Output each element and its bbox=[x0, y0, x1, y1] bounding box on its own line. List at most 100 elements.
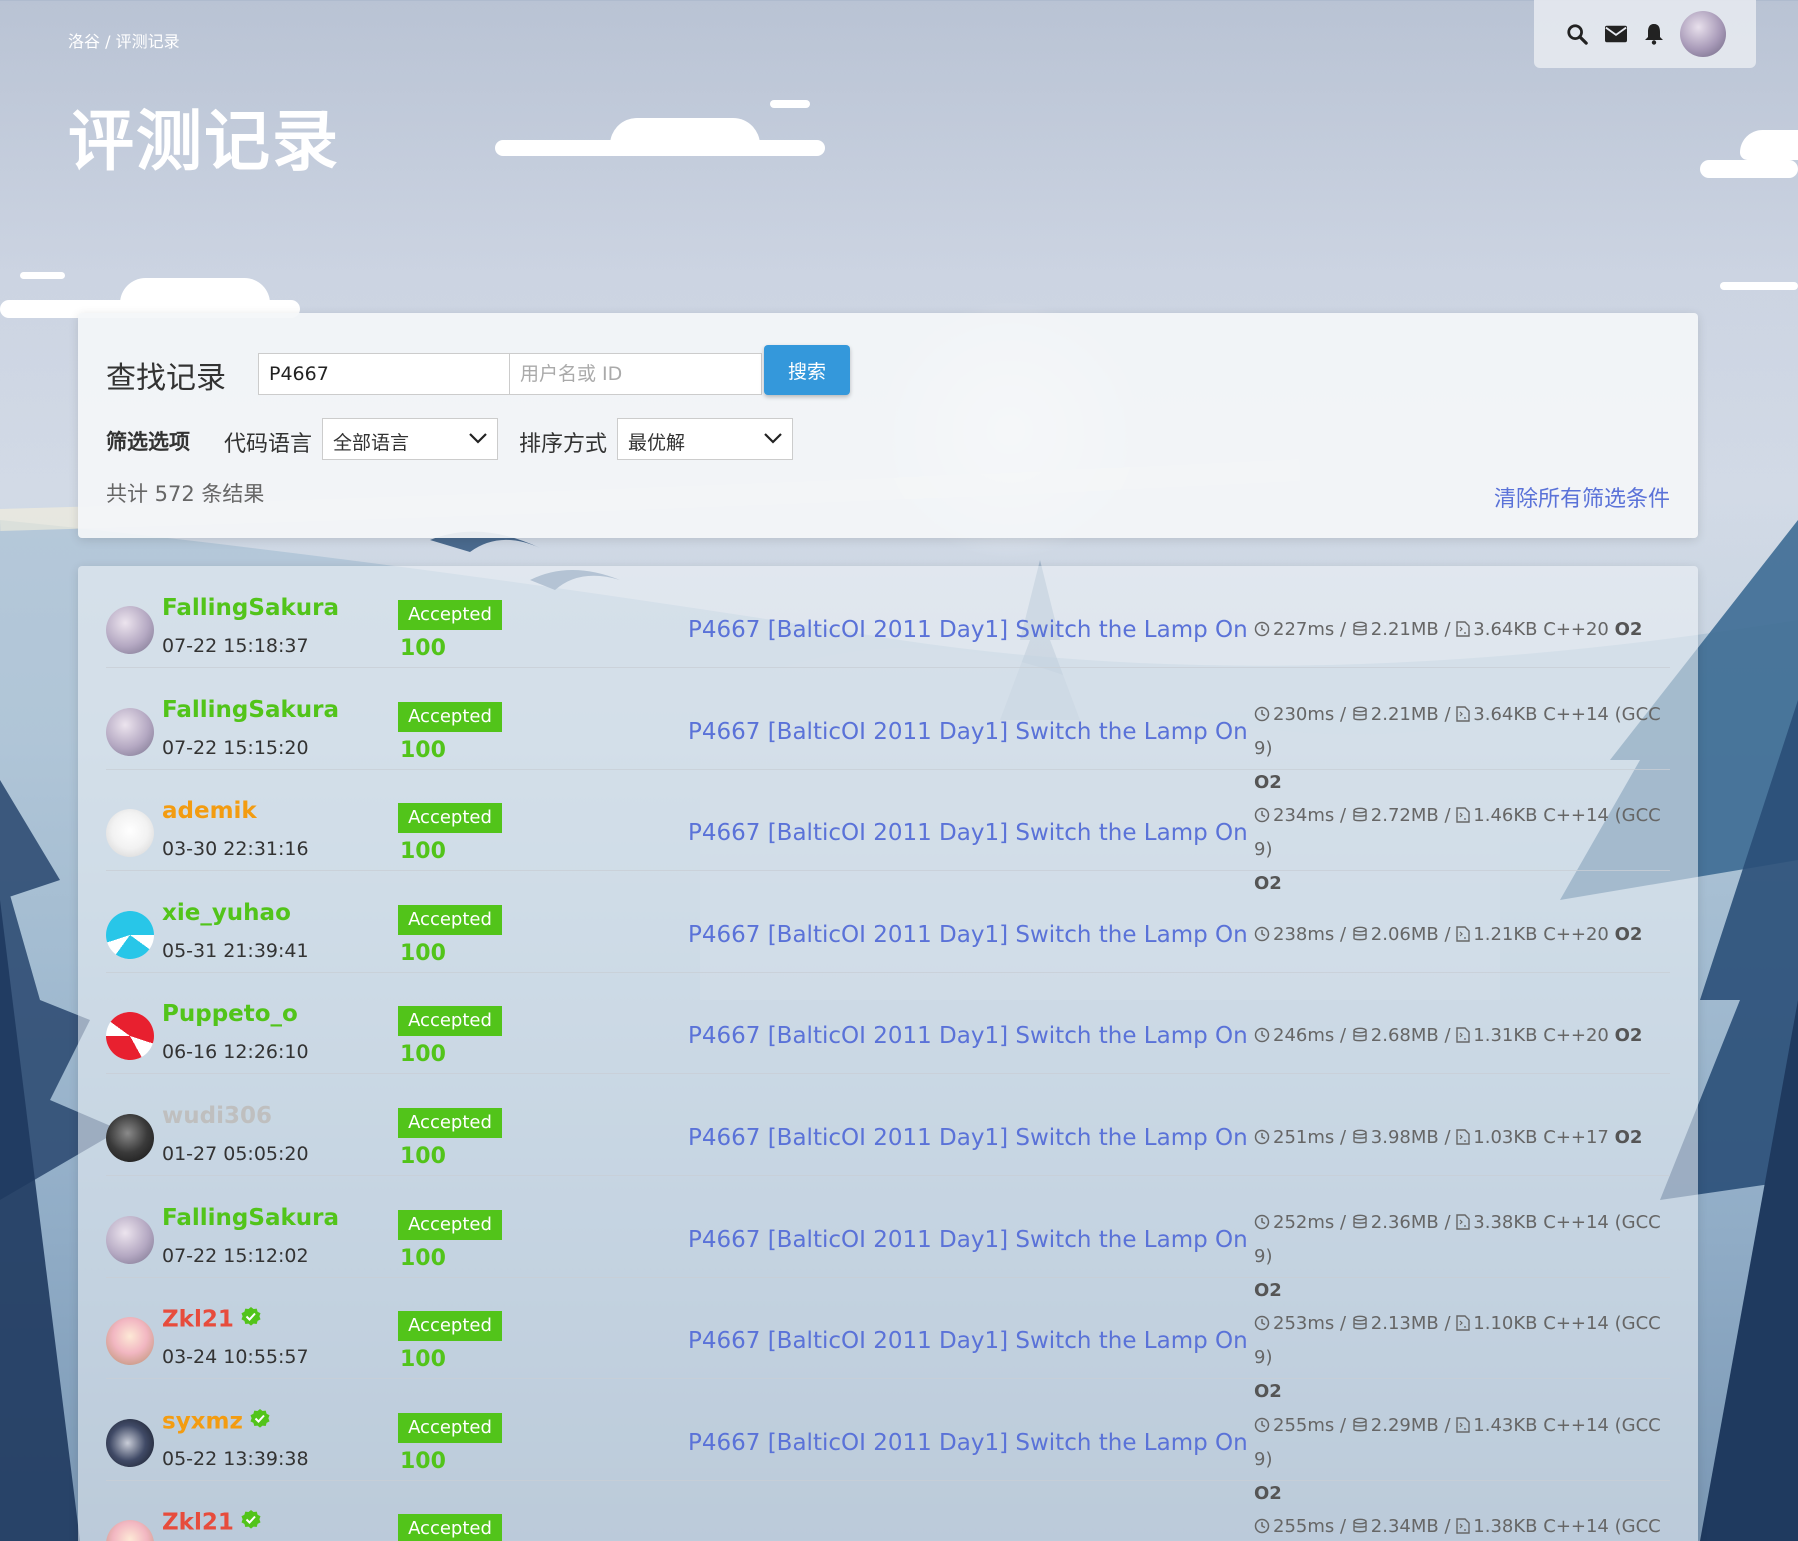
o2-flag: O2 bbox=[1614, 923, 1643, 945]
status-badge[interactable]: Accepted bbox=[398, 904, 502, 935]
runtime: 255ms bbox=[1273, 1414, 1335, 1436]
language-select[interactable]: 全部语言 bbox=[322, 418, 498, 460]
database-icon bbox=[1352, 1313, 1371, 1334]
status-badge[interactable]: Accepted bbox=[398, 1108, 502, 1138]
status-badge[interactable]: Accepted bbox=[398, 1412, 502, 1443]
user-avatar[interactable] bbox=[106, 707, 154, 756]
problem-link[interactable]: P4667 [BalticOI 2011 Day1] Switch the La… bbox=[688, 922, 1248, 948]
problem-id-input[interactable] bbox=[258, 353, 510, 395]
username-text: Zkl21 bbox=[162, 1306, 234, 1333]
verified-badge-icon bbox=[249, 1408, 271, 1436]
file-code-icon bbox=[1456, 1025, 1473, 1046]
problem-link[interactable]: P4667 [BalticOI 2011 Day1] Switch the La… bbox=[688, 617, 1248, 643]
mail-icon[interactable] bbox=[1603, 21, 1629, 47]
user-avatar[interactable] bbox=[1679, 11, 1726, 57]
problem-link[interactable]: P4667 [BalticOI 2011 Day1] Switch the La… bbox=[688, 1227, 1248, 1253]
record-row: Puppeto_o 06-16 12:26:10 Accepted 100 P4… bbox=[106, 972, 1670, 1075]
problem-link[interactable]: P4667 [BalticOI 2011 Day1] Switch the La… bbox=[688, 1430, 1248, 1456]
username-text: syxmz bbox=[162, 1408, 243, 1435]
status-badge[interactable]: Accepted bbox=[398, 1006, 502, 1037]
record-row: Zkl21 03-24 10:55:57 Accepted 100 P4667 … bbox=[106, 1277, 1670, 1402]
problem-link[interactable]: P4667 [BalticOI 2011 Day1] Switch the La… bbox=[688, 820, 1248, 846]
chevron-down-icon bbox=[762, 427, 784, 454]
problem-link[interactable]: P4667 [BalticOI 2011 Day1] Switch the La… bbox=[688, 1023, 1248, 1049]
user-avatar[interactable] bbox=[106, 1114, 154, 1162]
result-count: 共计 572 条结果 bbox=[106, 482, 265, 506]
clock-icon bbox=[1254, 1212, 1273, 1233]
username-link[interactable]: ademik bbox=[162, 798, 257, 824]
code-size: 1.31KB bbox=[1473, 1025, 1538, 1047]
user-avatar[interactable] bbox=[106, 1317, 154, 1366]
clock-icon bbox=[1254, 805, 1273, 826]
username-link[interactable]: xie_yuhao bbox=[162, 900, 291, 926]
breadcrumb[interactable]: 洛谷 / 评测记录 bbox=[68, 28, 180, 52]
user-avatar[interactable] bbox=[106, 910, 154, 959]
code-size: 1.03KB bbox=[1473, 1127, 1538, 1148]
username-link[interactable]: Zkl21 bbox=[162, 1306, 262, 1334]
record-row: syxmz 05-22 13:39:38 Accepted 100 P4667 … bbox=[106, 1379, 1670, 1504]
problem-link[interactable]: P4667 [BalticOI 2011 Day1] Switch the La… bbox=[688, 719, 1248, 745]
clock-icon bbox=[1254, 704, 1273, 725]
record-meta: 238ms / 2.06MB / 1.21KB C++20 O2 bbox=[1254, 918, 1674, 952]
user-avatar[interactable] bbox=[106, 809, 154, 858]
file-code-icon bbox=[1456, 1415, 1473, 1436]
search-panel: 查找记录 搜索 筛选选项 代码语言 全部语言 排序方式 最优解 共计 572 条… bbox=[78, 313, 1698, 538]
user-avatar[interactable] bbox=[106, 1012, 154, 1061]
search-icon[interactable] bbox=[1564, 21, 1590, 47]
status-badge[interactable]: Accepted bbox=[398, 803, 502, 834]
language-label: 代码语言 bbox=[224, 432, 313, 457]
problem-link[interactable]: P4667 [BalticOI 2011 Day1] Switch the La… bbox=[688, 1125, 1248, 1151]
sort-select[interactable]: 最优解 bbox=[617, 418, 793, 460]
username-link[interactable]: wudi306 bbox=[162, 1103, 272, 1129]
bell-icon[interactable] bbox=[1641, 21, 1667, 47]
runtime: 246ms bbox=[1273, 1025, 1335, 1047]
database-icon bbox=[1352, 1212, 1371, 1233]
o2-flag: O2 bbox=[1614, 1127, 1643, 1148]
submit-time: 05-31 21:39:41 bbox=[162, 939, 309, 962]
submit-time: 03-30 22:31:16 bbox=[162, 838, 309, 861]
username-link[interactable]: FallingSakura bbox=[162, 697, 339, 723]
database-icon bbox=[1352, 619, 1371, 640]
user-avatar[interactable] bbox=[106, 1418, 154, 1467]
record-meta: 227ms / 2.21MB / 3.64KB C++20 O2 bbox=[1254, 613, 1674, 647]
username-text: FallingSakura bbox=[162, 696, 339, 723]
clock-icon bbox=[1254, 924, 1273, 945]
status-badge[interactable]: Accepted bbox=[398, 600, 502, 630]
database-icon bbox=[1352, 924, 1371, 945]
user-avatar[interactable] bbox=[106, 1520, 154, 1541]
sort-select-value: 最优解 bbox=[628, 432, 686, 454]
clock-icon bbox=[1254, 1313, 1273, 1334]
username-text: FallingSakura bbox=[162, 595, 339, 621]
language: C++20 bbox=[1543, 1025, 1609, 1047]
username-link[interactable]: Zkl21 bbox=[162, 1509, 262, 1537]
status-badge[interactable]: Accepted bbox=[398, 1514, 502, 1541]
username-link[interactable]: syxmz bbox=[162, 1408, 271, 1436]
search-button[interactable]: 搜索 bbox=[764, 345, 850, 395]
code-size: 1.21KB bbox=[1473, 923, 1538, 945]
language: C++20 bbox=[1543, 619, 1609, 640]
user-nav bbox=[1534, 0, 1756, 68]
clear-filters-link[interactable]: 清除所有筛选条件 bbox=[1494, 481, 1670, 513]
verified-badge-icon bbox=[240, 1509, 262, 1537]
username-link[interactable]: Puppeto_o bbox=[162, 1001, 298, 1027]
database-icon bbox=[1352, 704, 1371, 725]
database-icon bbox=[1352, 1415, 1371, 1436]
score: 100 bbox=[400, 1245, 446, 1271]
clock-icon bbox=[1254, 1025, 1273, 1046]
user-avatar[interactable] bbox=[106, 1215, 154, 1264]
status-badge[interactable]: Accepted bbox=[398, 701, 502, 732]
memory: 2.21MB bbox=[1370, 703, 1439, 725]
clock-icon bbox=[1254, 1516, 1273, 1537]
problem-link[interactable]: P4667 [BalticOI 2011 Day1] Switch the La… bbox=[688, 1328, 1248, 1354]
username-link[interactable]: FallingSakura bbox=[162, 1205, 339, 1231]
username-link[interactable]: FallingSakura bbox=[162, 595, 339, 621]
record-row: FallingSakura 07-22 15:15:20 Accepted 10… bbox=[106, 668, 1670, 793]
status-badge[interactable]: Accepted bbox=[398, 1209, 502, 1240]
user-avatar[interactable] bbox=[106, 606, 154, 654]
username-input[interactable] bbox=[509, 353, 762, 395]
sort-label: 排序方式 bbox=[519, 432, 608, 457]
file-code-icon bbox=[1456, 805, 1473, 826]
status-badge[interactable]: Accepted bbox=[398, 1311, 502, 1342]
filter-label: 筛选选项 bbox=[106, 430, 190, 454]
database-icon bbox=[1352, 805, 1371, 826]
